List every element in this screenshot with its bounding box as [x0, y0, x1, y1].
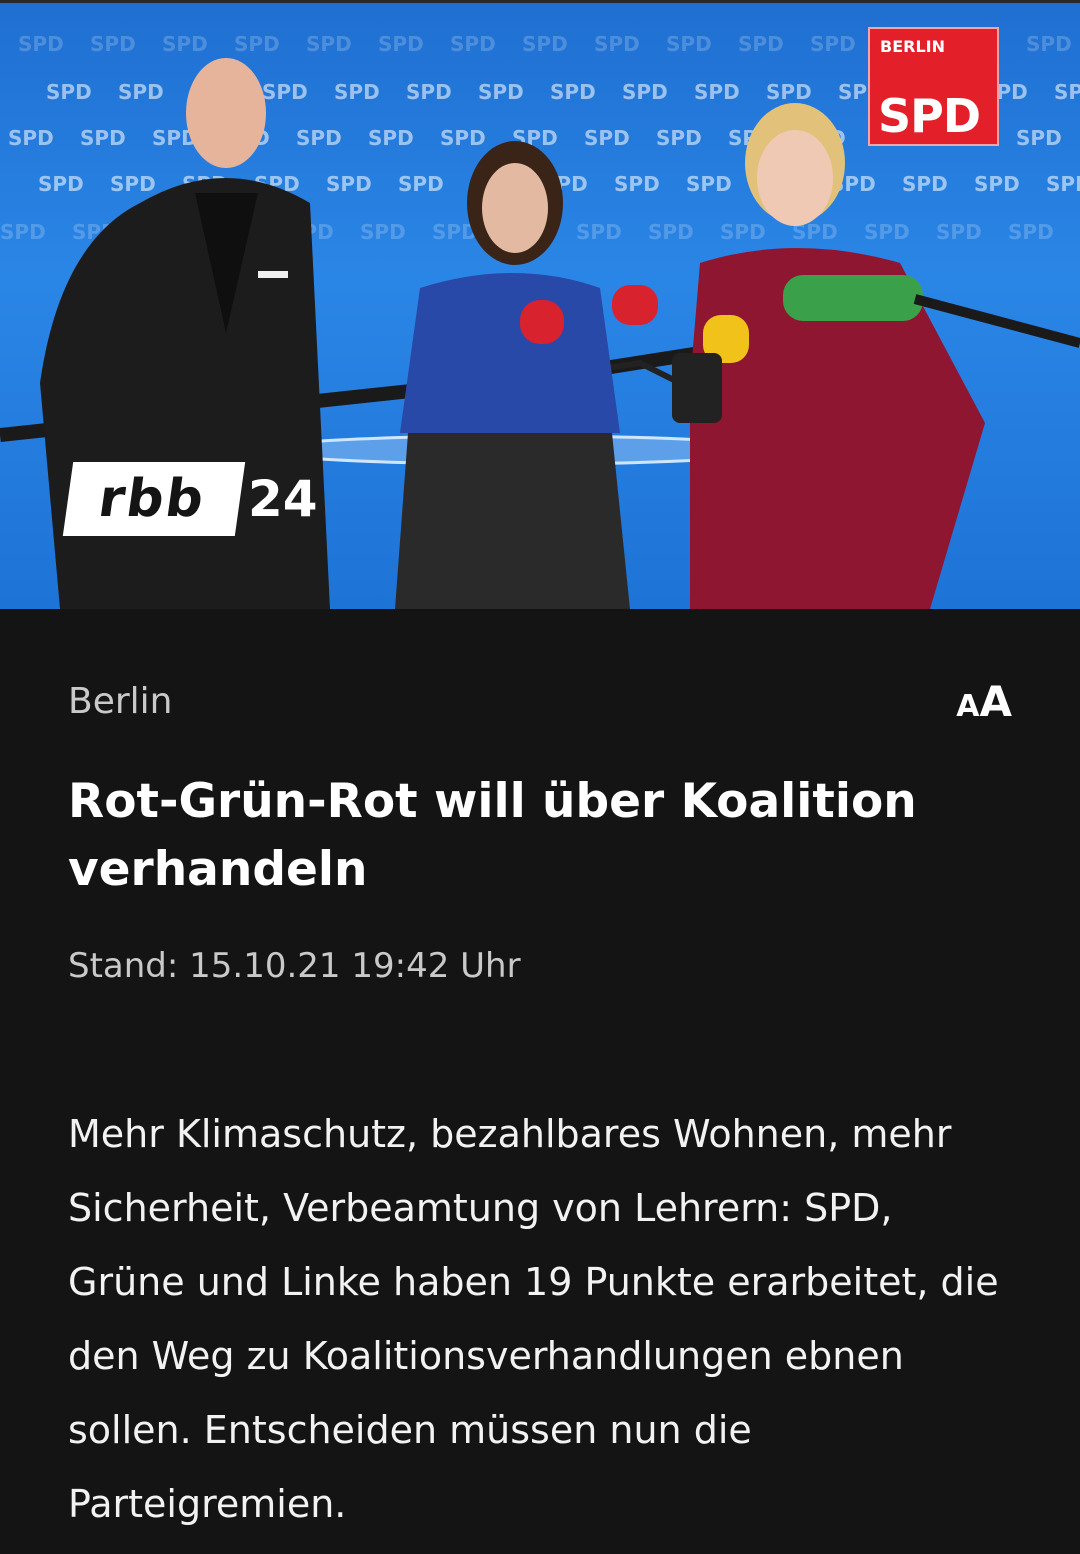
logo-brand: rbb [62, 462, 246, 536]
rbb24-logo: rbb 24 [62, 462, 318, 536]
backdrop-spd-text: SPD [550, 80, 596, 104]
backdrop-spd-text: SPD [8, 126, 54, 150]
backdrop-spd-text: SPD [622, 80, 668, 104]
backdrop-spd-text: SPD [738, 32, 784, 56]
article-timestamp: Stand: 15.10.21 19:42 Uhr [68, 946, 521, 986]
backdrop-spd-text: SPD [974, 172, 1020, 196]
backdrop-spd-text: SPD [666, 32, 712, 56]
backdrop-spd-text: SPD [162, 32, 208, 56]
backdrop-spd-text: SPD [234, 32, 280, 56]
backdrop-spd-text: SPD [864, 220, 910, 244]
article-hero-image[interactable]: SPD SPD SPD SPD SPD SPD SPD SPD SPD SPD SPD SPD SPD S… [0, 0, 1080, 609]
backdrop-spd-text: SPD [720, 220, 766, 244]
backdrop-spd-text: SPD [1054, 80, 1080, 104]
backdrop-spd-text: SPD [0, 220, 46, 244]
sign-party-label: SPD [878, 89, 981, 143]
backdrop-spd-text: SPD [1008, 220, 1054, 244]
backdrop-spd-text: SPD [306, 32, 352, 56]
backdrop-spd-text: SPD [584, 126, 630, 150]
backdrop-spd-text: SPD [810, 32, 856, 56]
backdrop-spd-text: SPD [450, 32, 496, 56]
sign-city-label: BERLIN [880, 37, 945, 56]
backdrop-spd-text: SPD [18, 32, 64, 56]
backdrop-spd-text: SPD [406, 80, 452, 104]
article-teaser: Mehr Klimaschutz, bezahlbares Wohnen, me… [68, 1112, 999, 1526]
backdrop-spd-text: SPD [110, 172, 156, 196]
backdrop-spd-text: SPD [378, 32, 424, 56]
font-size-button[interactable]: A A [956, 677, 1012, 726]
article-category[interactable]: Berlin [68, 681, 172, 722]
backdrop-spd-text: SPD [648, 220, 694, 244]
spd-berlin-sign: BERLIN SPD [868, 27, 999, 146]
backdrop-spd-text: SPD [1016, 126, 1062, 150]
backdrop-spd-text: SPD [656, 126, 702, 150]
backdrop-spd-text: SPD [766, 80, 812, 104]
backdrop-spd-text: SPD [38, 172, 84, 196]
backdrop-spd-text: SPD [118, 80, 164, 104]
backdrop-spd-text: SPD [368, 126, 414, 150]
backdrop-spd-text: SPD [90, 32, 136, 56]
backdrop-spd-text: SPD [694, 80, 740, 104]
backdrop-spd-text: SPD [1026, 32, 1072, 56]
backdrop-spd-text: SPD [576, 220, 622, 244]
font-size-large-icon: A [979, 676, 1012, 726]
backdrop-spd-text: SPD [440, 126, 486, 150]
backdrop-spd-text: SPD [614, 172, 660, 196]
backdrop-spd-text: SPD [1046, 172, 1080, 196]
backdrop-spd-text: SPD [296, 126, 342, 150]
backdrop-spd-text: SPD [594, 32, 640, 56]
font-size-small-icon: A [956, 688, 980, 724]
backdrop-spd-text: SPD [326, 172, 372, 196]
backdrop-spd-text: SPD [334, 80, 380, 104]
backdrop-spd-text: SPD [262, 80, 308, 104]
backdrop-spd-text: SPD [80, 126, 126, 150]
backdrop-spd-text: SPD [398, 172, 444, 196]
backdrop-spd-text: SPD [686, 172, 732, 196]
backdrop-spd-text: SPD [360, 220, 406, 244]
backdrop-spd-text: SPD [936, 220, 982, 244]
backdrop-spd-text: SPD [478, 80, 524, 104]
backdrop-spd-text: SPD [902, 172, 948, 196]
logo-number: 24 [248, 470, 318, 528]
article-meta-row: Berlin A A [68, 676, 1012, 726]
backdrop-spd-text: SPD [522, 32, 568, 56]
article-headline: Rot-Grün-Rot will über Koalition verhand… [68, 774, 917, 897]
backdrop-spd-text: SPD [46, 80, 92, 104]
